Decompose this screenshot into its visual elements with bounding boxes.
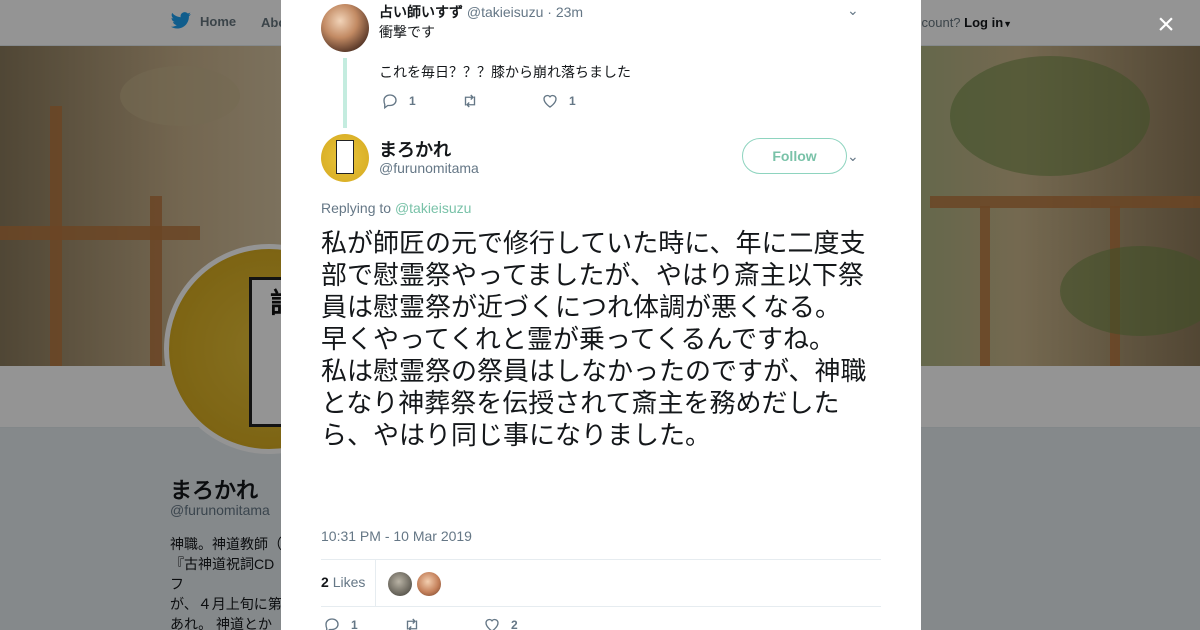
retweet-icon <box>406 618 418 630</box>
tweet-modal: 占い師いすず @takieisuzu · 23m ⌄ 衝撃です これを毎日？？？… <box>281 0 921 630</box>
author-handle[interactable]: @furunomitama <box>379 160 479 176</box>
retweet-icon <box>464 94 476 108</box>
heart-icon <box>543 94 557 108</box>
replying-to-link[interactable]: @takieisuzu <box>395 200 471 216</box>
reply-icon <box>383 94 397 110</box>
parent-tweet[interactable]: 占い師いすず @takieisuzu · 23m ⌄ 衝撃です これを毎日？？？… <box>321 0 881 128</box>
parent-tweet-text: 衝撃です これを毎日？？？膝から崩れ落ちました <box>379 22 631 102</box>
chevron-down-icon[interactable]: ⌄ <box>847 2 859 19</box>
tweet-text-paragraph: 私が師匠の元で修行していた時に、年に二度支部で慰霊祭やってましたが、やはり斎主以… <box>321 228 866 322</box>
tweet-text-line: 衝撃です <box>379 24 435 40</box>
liker-avatar[interactable] <box>417 572 441 596</box>
heart-icon <box>485 618 499 630</box>
author-name[interactable]: まろかれ <box>379 136 451 162</box>
likes-stat[interactable]: 2 Likes <box>321 574 365 590</box>
tweet-text-line: これを毎日？？？膝から崩れ落ちました <box>379 64 631 80</box>
retweet-button[interactable] <box>403 616 483 630</box>
chevron-down-icon[interactable]: ⌄ <box>847 148 859 165</box>
tweet-stats: 2 Likes <box>321 559 881 607</box>
avatar[interactable] <box>321 4 369 52</box>
main-tweet-text: 私が師匠の元で修行していた時に、年に二度支部で慰霊祭やってましたが、やはり斎主以… <box>321 227 886 451</box>
author-handle[interactable]: @takieisuzu <box>467 4 543 20</box>
avatar[interactable] <box>321 134 369 182</box>
parent-tweet-header: 占い師いすず @takieisuzu · 23m <box>379 4 584 20</box>
reply-count: 1 <box>351 618 358 630</box>
like-count: 2 <box>511 618 518 630</box>
reply-button[interactable]: 1 <box>381 92 461 110</box>
like-button[interactable]: 1 <box>541 92 621 110</box>
reply-button[interactable]: 1 <box>323 616 403 630</box>
main-tweet-actions: 1 2 <box>323 616 563 630</box>
like-button[interactable]: 2 <box>483 616 563 630</box>
divider <box>375 560 376 607</box>
thread-connector <box>343 58 347 128</box>
parent-tweet-actions: 1 1 <box>381 92 621 110</box>
tweet-text-paragraph: 私は慰霊祭の祭員はしなかったのですが、神職となり神葬祭を伝授されて斎主を務めだし… <box>321 356 867 450</box>
tweet-timestamp[interactable]: 10:31 PM - 10 Mar 2019 <box>321 528 472 544</box>
like-count: 1 <box>569 94 576 108</box>
likes-count: 2 <box>321 574 329 590</box>
follow-button[interactable]: Follow <box>742 138 847 174</box>
tweet-time[interactable]: 23m <box>556 4 583 20</box>
replying-prefix: Replying to <box>321 200 392 216</box>
close-icon[interactable]: × <box>1152 10 1180 40</box>
main-tweet-header: まろかれ @furunomitama Follow ⌄ <box>321 134 881 184</box>
retweet-button[interactable] <box>461 92 541 110</box>
tweet-text-paragraph: 早くやってくれと霊が乗ってくるんですね。 <box>321 324 836 354</box>
replying-to: Replying to @takieisuzu <box>321 200 471 216</box>
liker-avatar[interactable] <box>388 572 412 596</box>
reply-icon <box>325 618 339 630</box>
author-name[interactable]: 占い師いすず <box>379 4 463 20</box>
reply-count: 1 <box>409 94 416 108</box>
likes-label: Likes <box>332 574 366 590</box>
